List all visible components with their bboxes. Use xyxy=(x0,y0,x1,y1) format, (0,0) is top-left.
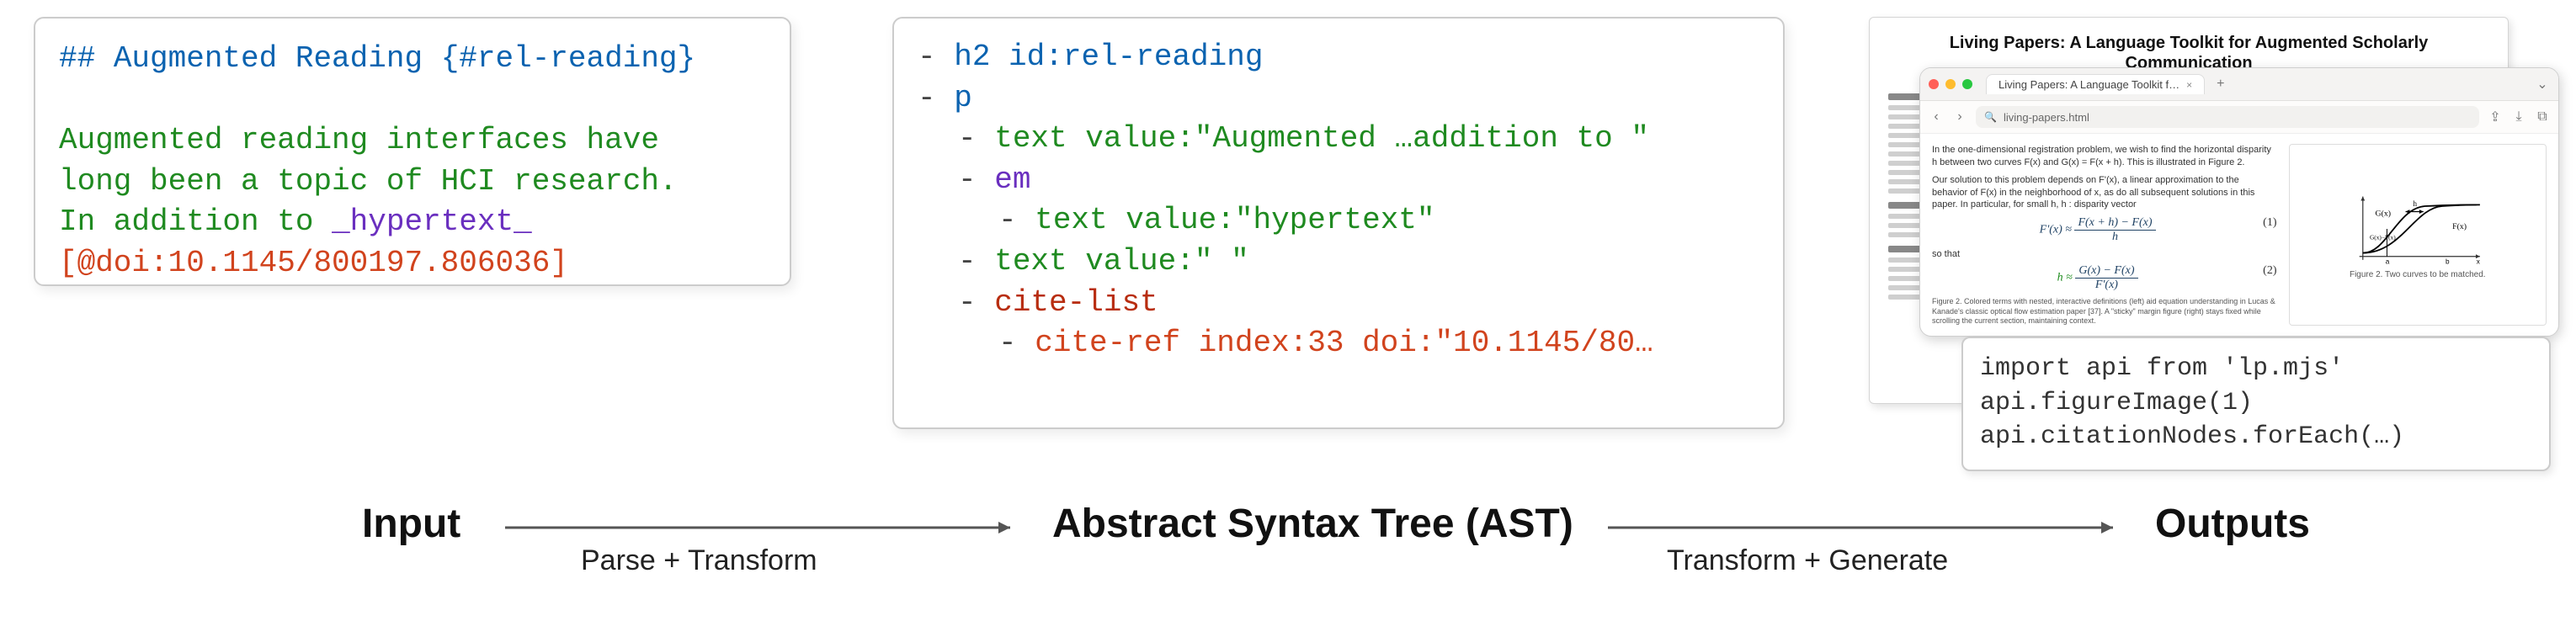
article-left: In the one-dimensional registration prob… xyxy=(1932,144,2277,326)
article-para-2: Our solution to this problem depends on … xyxy=(1932,174,2277,212)
chevron-down-icon[interactable]: ⌄ xyxy=(2535,77,2550,92)
ast-code: - h2 id:rel-reading - p - text value:"Au… xyxy=(918,37,1759,364)
window-controls[interactable] xyxy=(1929,79,1972,89)
md-body-line-2: long been a topic of HCI research. xyxy=(59,164,678,199)
flow-step-1: Parse + Transform xyxy=(581,544,817,577)
curves-plot-icon: h G(x) F(x) G(x)−F(x) a b x xyxy=(2295,191,2541,267)
article-intro: In the one-dimensional registration prob… xyxy=(1932,144,2277,169)
close-icon[interactable] xyxy=(1929,79,1939,89)
url-bar[interactable]: 🔍 living-papers.html xyxy=(1976,106,2479,128)
curve-g-label: G(x) xyxy=(2375,209,2391,218)
md-heading-attr: {#rel-reading} xyxy=(441,41,695,76)
ast-h2-node: h2 xyxy=(954,40,990,74)
share-icon[interactable]: ⇪ xyxy=(2488,109,2503,125)
arrow-1-icon xyxy=(505,518,1027,543)
api-line-1: import api from 'lp.mjs' xyxy=(1980,354,2344,383)
browser-tab[interactable]: Living Papers: A Language Toolkit f… × xyxy=(1986,74,2205,94)
axis-b-label: b xyxy=(2445,257,2449,265)
ast-citeref-attr: index:33 doi:"10.1145/80… xyxy=(1180,326,1653,360)
eqn1-lhs: F'(x) ≈ xyxy=(2040,224,2075,236)
browser-toolbar: ‹ › 🔍 living-papers.html ⇪ ⤓ ⧉ xyxy=(1920,101,2558,134)
ast-h2-attr: id:rel-reading xyxy=(990,40,1263,74)
flow-outputs-label: Outputs xyxy=(2155,501,2310,547)
api-code: import api from 'lp.mjs' api.figureImage… xyxy=(1980,352,2532,454)
ast-text-value-2: value:"hypertext" xyxy=(1108,203,1435,237)
md-em-text: hypertext xyxy=(350,204,514,239)
flow-step-2: Transform + Generate xyxy=(1667,544,1948,577)
tabs-icon[interactable]: ⧉ xyxy=(2535,109,2550,125)
figure-2-caption: Figure 2. Two curves to be matched. xyxy=(2350,270,2486,279)
equation-1: F'(x) ≈ F(x + h) − F(x) h (1) xyxy=(1932,216,2277,244)
article-figure: h G(x) F(x) G(x)−F(x) a b x Figure 2. Tw… xyxy=(2289,144,2547,326)
url-text: living-papers.html xyxy=(2004,111,2089,124)
axis-a-label: a xyxy=(2385,257,2389,265)
figure-caption-main: Figure 2. Colored terms with nested, int… xyxy=(1932,297,2277,326)
flow-ast-label: Abstract Syntax Tree (AST) xyxy=(1052,501,1573,547)
md-heading-marks: ## xyxy=(59,41,114,76)
minimize-icon[interactable] xyxy=(1945,79,1956,89)
eqn2-numerator: G(x) − F(x) xyxy=(2075,264,2137,279)
eqn1-numerator: F(x + h) − F(x) xyxy=(2074,216,2155,231)
input-markdown-panel: ## Augmented Reading {#rel-reading} Augm… xyxy=(34,17,791,286)
eqn2-lhs: h ≈ xyxy=(2057,272,2076,284)
eqn2-denominator: F'(x) xyxy=(2095,279,2118,291)
browser-content: In the one-dimensional registration prob… xyxy=(1920,134,2558,336)
md-body-line-1: Augmented reading interfaces have xyxy=(59,123,659,157)
browser-titlebar: Living Papers: A Language Toolkit f… × +… xyxy=(1920,68,2558,101)
download-icon[interactable]: ⤓ xyxy=(2511,109,2526,125)
maximize-icon[interactable] xyxy=(1962,79,1972,89)
curve-h-label: h xyxy=(2413,199,2417,208)
ast-text-node-2: text xyxy=(1035,203,1107,237)
input-markdown-code: ## Augmented Reading {#rel-reading} Augm… xyxy=(59,39,766,284)
pipeline-flow: Input Parse + Transform Abstract Syntax … xyxy=(269,484,2424,618)
flow-input-label: Input xyxy=(362,501,460,547)
eqn1-denominator: h xyxy=(2112,231,2118,243)
ast-text-value-3: value:" " xyxy=(1067,244,1249,279)
ast-em-node: em xyxy=(994,162,1030,197)
ast-citeref-node: cite-ref xyxy=(1035,326,1180,360)
curve-gf-label: G(x)−F(x) xyxy=(2369,233,2395,241)
so-that-text: so that xyxy=(1932,249,2277,259)
lock-icon: 🔍 xyxy=(1984,111,1997,123)
ast-text-node-1: text xyxy=(994,121,1067,156)
curve-f-label: F(x) xyxy=(2452,222,2467,231)
ast-text-value-1: value:"Augmented …addition to " xyxy=(1067,121,1649,156)
output-api-snippet: import api from 'lp.mjs' api.figureImage… xyxy=(1961,337,2551,471)
tab-title: Living Papers: A Language Toolkit f… xyxy=(1999,78,2179,91)
eqn2-tag: (2) xyxy=(2263,264,2276,278)
ast-p-node: p xyxy=(954,81,972,115)
arrow-2-icon xyxy=(1608,518,2130,543)
md-em-close: _ xyxy=(514,204,532,239)
api-line-3: api.citationNodes.forEach(…) xyxy=(1980,422,2404,451)
output-browser-window: Living Papers: A Language Toolkit f… × +… xyxy=(1919,67,2559,337)
md-em-open: _ xyxy=(332,204,350,239)
equation-2: h ≈ G(x) − F(x) F'(x) (2) xyxy=(1932,264,2277,292)
back-icon[interactable]: ‹ xyxy=(1929,109,1944,125)
md-body-line-3-prefix: In addition to xyxy=(59,204,332,239)
new-tab-button[interactable]: + xyxy=(2211,77,2229,92)
md-heading-text: Augmented Reading xyxy=(114,41,441,76)
ast-panel: - h2 id:rel-reading - p - text value:"Au… xyxy=(892,17,1785,429)
ast-citelist-node: cite-list xyxy=(994,285,1158,320)
md-citation: [@doi:10.1145/800197.806036] xyxy=(59,246,568,280)
api-line-2: api.figureImage(1) xyxy=(1980,389,2253,417)
axis-x-label: x xyxy=(2476,257,2479,265)
outputs-cluster: Living Papers: A Language Toolkit for Au… xyxy=(1860,17,2559,488)
ast-text-node-3: text xyxy=(994,244,1067,279)
eqn1-tag: (1) xyxy=(2263,216,2276,230)
tab-close-icon[interactable]: × xyxy=(2186,79,2192,91)
forward-icon[interactable]: › xyxy=(1952,109,1967,125)
